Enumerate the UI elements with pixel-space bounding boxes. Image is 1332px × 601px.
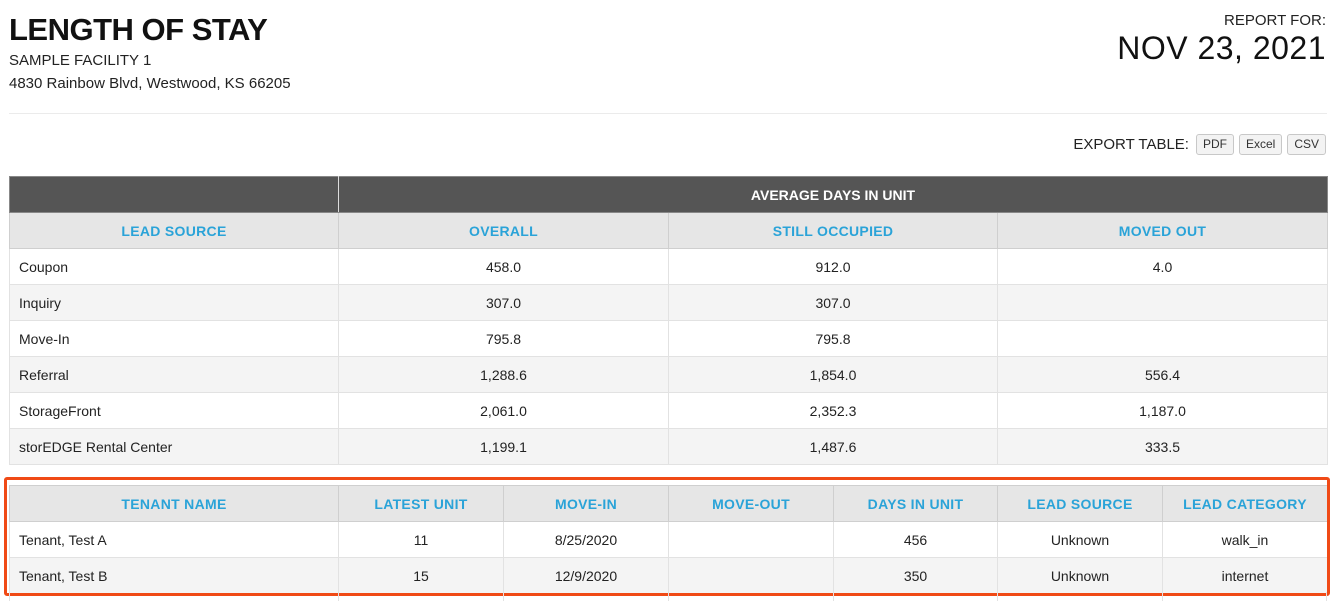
tenant-table: TENANT NAME LATEST UNIT MOVE-IN MOVE-OUT…: [9, 485, 1328, 594]
table-row: Tenant, Test B 15 12/9/2020 350 Unknown …: [9, 557, 1328, 594]
still-occupied-cell: 1,487.6: [668, 428, 998, 465]
col-still-occupied[interactable]: STILL OCCUPIED: [668, 212, 998, 249]
next-row-stub: [9, 592, 1327, 601]
summary-blank-header: [9, 176, 339, 213]
still-occupied-cell: 1,854.0: [668, 356, 998, 393]
still-occupied-cell: 2,352.3: [668, 392, 998, 429]
table-row: Coupon 458.0 912.0 4.0: [9, 248, 1328, 285]
table-row: StorageFront 2,061.0 2,352.3 1,187.0: [9, 392, 1328, 429]
lead-source-cell: Inquiry: [9, 284, 339, 321]
days-in-unit-cell: 456: [833, 521, 998, 558]
col-lead-category[interactable]: LEAD CATEGORY: [1162, 485, 1328, 522]
overall-cell: 795.8: [338, 320, 669, 357]
report-for-label: REPORT FOR:: [1224, 12, 1326, 29]
facility-address: 4830 Rainbow Blvd, Westwood, KS 66205: [9, 75, 291, 92]
lead-source-cell: Referral: [9, 356, 339, 393]
lead-category-cell: internet: [1162, 557, 1328, 594]
header-divider: [9, 113, 1327, 114]
table-row: storEDGE Rental Center 1,199.1 1,487.6 3…: [9, 428, 1328, 465]
days-in-unit-cell: 350: [833, 557, 998, 594]
table-row: Inquiry 307.0 307.0: [9, 284, 1328, 321]
export-label: EXPORT TABLE:: [1073, 136, 1189, 153]
overall-cell: 307.0: [338, 284, 669, 321]
still-occupied-cell: 912.0: [668, 248, 998, 285]
lead-category-cell: walk_in: [1162, 521, 1328, 558]
export-toolbar: EXPORT TABLE: PDF Excel CSV: [1073, 134, 1326, 155]
export-csv-button[interactable]: CSV: [1287, 134, 1326, 155]
moved-out-cell: 333.5: [997, 428, 1328, 465]
summary-table: AVERAGE DAYS IN UNIT LEAD SOURCE OVERALL…: [9, 176, 1328, 465]
moved-out-cell: 1,187.0: [997, 392, 1328, 429]
export-excel-button[interactable]: Excel: [1238, 134, 1283, 155]
col-overall[interactable]: OVERALL: [338, 212, 669, 249]
move-out-cell: [668, 557, 834, 594]
col-days-in-unit[interactable]: DAYS IN UNIT: [833, 485, 998, 522]
overall-cell: 2,061.0: [338, 392, 669, 429]
tenant-name-cell: Tenant, Test A: [9, 521, 339, 558]
latest-unit-cell: 11: [338, 521, 504, 558]
col-move-in[interactable]: MOVE-IN: [503, 485, 669, 522]
lead-source-cell: Coupon: [9, 248, 339, 285]
average-days-header: AVERAGE DAYS IN UNIT: [338, 176, 1328, 213]
lead-source-cell: Unknown: [997, 557, 1163, 594]
moved-out-cell: 556.4: [997, 356, 1328, 393]
moved-out-cell: [997, 320, 1328, 357]
moved-out-cell: [997, 284, 1328, 321]
report-date: NOV 23, 2021: [1117, 30, 1326, 66]
overall-cell: 458.0: [338, 248, 669, 285]
lead-source-cell: StorageFront: [9, 392, 339, 429]
move-in-cell: 8/25/2020: [503, 521, 669, 558]
still-occupied-cell: 795.8: [668, 320, 998, 357]
export-pdf-button[interactable]: PDF: [1195, 134, 1234, 155]
table-row: Move-In 795.8 795.8: [9, 320, 1328, 357]
lead-source-cell: Unknown: [997, 521, 1163, 558]
overall-cell: 1,199.1: [338, 428, 669, 465]
still-occupied-cell: 307.0: [668, 284, 998, 321]
lead-source-cell: Move-In: [9, 320, 339, 357]
col-tenant-name[interactable]: TENANT NAME: [9, 485, 339, 522]
overall-cell: 1,288.6: [338, 356, 669, 393]
tenant-name-cell: Tenant, Test B: [9, 557, 339, 594]
moved-out-cell: 4.0: [997, 248, 1328, 285]
latest-unit-cell: 15: [338, 557, 504, 594]
col-latest-unit[interactable]: LATEST UNIT: [338, 485, 504, 522]
table-row: Tenant, Test A 11 8/25/2020 456 Unknown …: [9, 521, 1328, 558]
lead-source-cell: storEDGE Rental Center: [9, 428, 339, 465]
facility-name: SAMPLE FACILITY 1: [9, 52, 152, 69]
col-moved-out[interactable]: MOVED OUT: [997, 212, 1328, 249]
move-in-cell: 12/9/2020: [503, 557, 669, 594]
col-lead-source[interactable]: LEAD SOURCE: [997, 485, 1163, 522]
report-title: LENGTH OF STAY: [9, 12, 268, 47]
col-move-out[interactable]: MOVE-OUT: [668, 485, 834, 522]
table-row: Referral 1,288.6 1,854.0 556.4: [9, 356, 1328, 393]
col-lead-source[interactable]: LEAD SOURCE: [9, 212, 339, 249]
move-out-cell: [668, 521, 834, 558]
